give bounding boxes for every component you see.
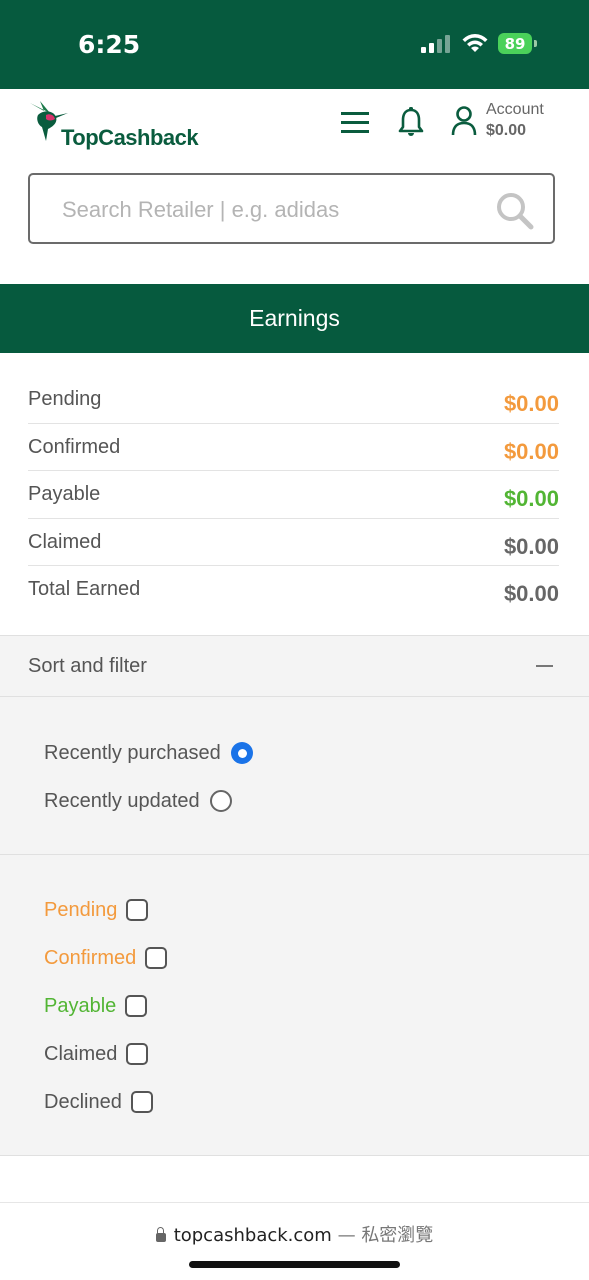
filter-claimed[interactable]: Claimed <box>44 1039 149 1069</box>
earnings-row-claimed: Claimed $0.00 <box>28 519 559 566</box>
earnings-label: Claimed <box>28 530 102 553</box>
filter-pending[interactable]: Pending <box>44 895 149 925</box>
filter-checkbox[interactable] <box>130 1091 153 1113</box>
earnings-label: Total Earned <box>28 578 141 600</box>
radio-button[interactable] <box>209 790 232 812</box>
earnings-summary: Pending $0.00 Confirmed $0.00 Payable $0… <box>28 376 559 613</box>
account-menu[interactable]: Account $0.00 <box>450 101 560 145</box>
earnings-value: $0.00 <box>503 438 559 464</box>
earnings-label: Payable <box>28 483 101 505</box>
earnings-row-pending: Pending $0.00 <box>28 376 559 424</box>
filter-label: Claimed <box>44 1042 118 1065</box>
private-browsing-label: 私密瀏覽 <box>361 1225 434 1246</box>
earnings-title-banner: Earnings <box>0 284 589 353</box>
battery-level: 89 <box>504 34 526 53</box>
earnings-label: Confirmed <box>28 435 121 458</box>
filter-label: Confirmed <box>44 946 137 969</box>
filter-label: Declined <box>44 1090 122 1113</box>
earnings-value: $0.00 <box>503 486 559 511</box>
filter-label: Pending <box>44 898 118 921</box>
user-account-icon <box>451 106 477 136</box>
url-display[interactable]: topcashback.com — 私密瀏覽 <box>0 1221 589 1247</box>
account-balance: $0.00 <box>486 122 527 139</box>
home-indicator[interactable] <box>189 1261 400 1268</box>
account-label: Account <box>486 101 544 118</box>
earnings-title: Earnings <box>249 305 340 331</box>
earnings-row-confirmed: Confirmed $0.00 <box>28 424 559 471</box>
filter-checkbox[interactable] <box>125 995 148 1017</box>
sort-options-panel: Recently purchased Recently updated <box>0 697 589 855</box>
collapse-minus-icon[interactable] <box>536 665 553 667</box>
lock-icon <box>155 1227 166 1242</box>
earnings-row-total: Total Earned $0.00 <box>28 566 559 613</box>
filter-payable[interactable]: Payable <box>44 991 148 1021</box>
earnings-value: $0.00 <box>503 391 559 416</box>
search-icon[interactable] <box>495 191 535 231</box>
earnings-label: Pending <box>28 388 102 410</box>
status-filter-panel: Pending Confirmed Payable Claimed Declin… <box>0 855 589 1156</box>
radio-button-selected[interactable] <box>230 742 253 764</box>
wifi-icon <box>462 34 488 52</box>
status-bar: 6:25 89 <box>0 0 589 89</box>
battery-icon: 89 <box>498 33 538 54</box>
sort-filter-title: Sort and filter <box>28 655 147 677</box>
status-time: 6:25 <box>78 30 141 59</box>
retailer-search-input[interactable] <box>60 191 484 229</box>
sort-option-label: Recently updated <box>44 789 200 812</box>
sort-option-label: Recently purchased <box>44 741 221 764</box>
filter-checkbox[interactable] <box>126 899 149 921</box>
url-text: topcashback.com <box>173 1225 332 1246</box>
cellular-signal-icon <box>421 35 450 53</box>
filter-confirmed[interactable]: Confirmed <box>44 943 168 973</box>
logo-text: TopCashback <box>61 125 199 150</box>
sort-filter-toggle[interactable]: Sort and filter <box>0 635 589 697</box>
filter-checkbox[interactable] <box>126 1043 149 1065</box>
topcashback-logo[interactable]: TopCashback <box>28 97 199 153</box>
filter-checkbox[interactable] <box>145 947 168 969</box>
earnings-value: $0.00 <box>503 581 559 606</box>
notification-bell-icon[interactable] <box>397 107 425 137</box>
sort-option-recently-updated[interactable]: Recently updated <box>44 786 232 816</box>
filter-declined[interactable]: Declined <box>44 1087 153 1117</box>
earnings-row-payable: Payable $0.00 <box>28 471 559 519</box>
browser-address-bar[interactable]: topcashback.com — 私密瀏覽 <box>0 1202 589 1280</box>
url-separator: — <box>337 1225 356 1246</box>
hamburger-menu-icon[interactable] <box>340 110 370 134</box>
earnings-value: $0.00 <box>503 533 559 559</box>
sort-option-recently-purchased[interactable]: Recently purchased <box>44 738 253 768</box>
site-header: TopCashback Account $0.00 <box>0 89 589 173</box>
retailer-search-box <box>28 173 555 244</box>
filter-label: Payable <box>44 994 117 1017</box>
